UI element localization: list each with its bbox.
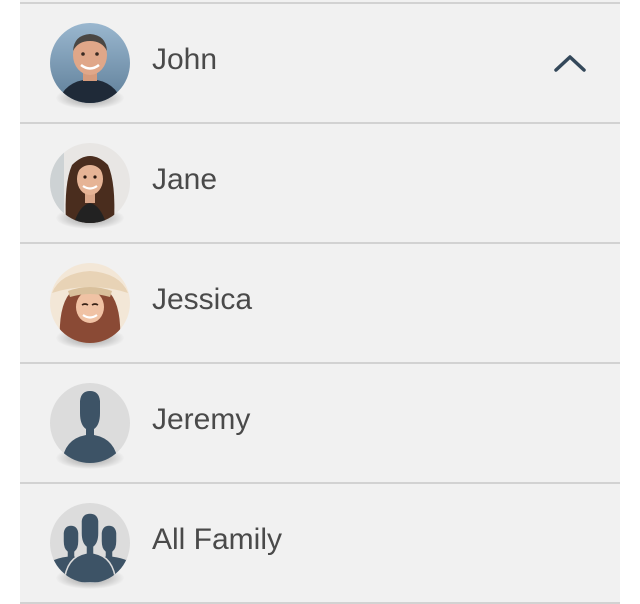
person-silhouette-icon bbox=[50, 383, 130, 463]
member-name: All Family bbox=[152, 523, 283, 556]
member-row-jane[interactable]: Jane bbox=[20, 122, 620, 240]
avatar-photo-john bbox=[50, 23, 130, 103]
member-row-john[interactable]: John bbox=[20, 2, 620, 120]
member-name: Jane bbox=[152, 163, 218, 196]
member-row-jessica[interactable]: Jessica bbox=[20, 242, 620, 360]
avatar bbox=[50, 263, 130, 349]
avatar bbox=[50, 143, 130, 229]
avatar bbox=[50, 503, 130, 589]
group-silhouette-icon bbox=[50, 503, 130, 583]
member-name: John bbox=[152, 43, 218, 76]
member-row-all-family[interactable]: All Family bbox=[20, 482, 620, 604]
member-row-jeremy[interactable]: Jeremy bbox=[20, 362, 620, 480]
avatar-photo-jane bbox=[50, 143, 130, 223]
chevron-up-icon[interactable] bbox=[550, 48, 590, 78]
family-member-list: John Jane Jessica Jeremy All Family bbox=[20, 0, 620, 604]
member-name: Jessica bbox=[152, 283, 253, 316]
avatar-photo-jessica bbox=[50, 263, 130, 343]
avatar bbox=[50, 23, 130, 109]
member-name: Jeremy bbox=[152, 403, 251, 436]
avatar bbox=[50, 383, 130, 469]
